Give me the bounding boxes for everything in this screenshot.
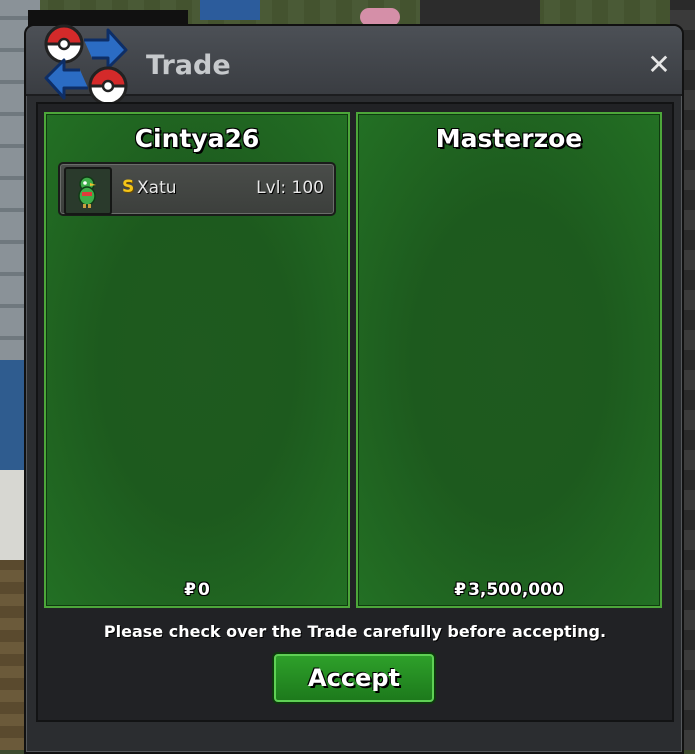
accept-button[interactable]: Accept [274, 654, 434, 702]
shiny-badge: S [122, 177, 135, 197]
trade-item-xatu[interactable]: S Xatu Lvl: 100 [58, 162, 336, 216]
item-level: Lvl: 100 [256, 178, 324, 198]
left-trade-panel: Cintya26 S Xatu Lvl: 100 ₽ 0 [44, 112, 350, 608]
left-money-amount: 0 [198, 580, 210, 600]
trade-notice: Please check over the Trade carefully be… [103, 622, 607, 641]
right-money: ₽3,500,000 [358, 580, 660, 600]
right-player-name: Masterzoe [435, 124, 583, 153]
item-name: Xatu [137, 178, 177, 198]
trade-content: Cintya26 S Xatu Lvl: 100 ₽ 0 Masterzoe ₽… [36, 102, 674, 722]
close-icon[interactable]: ✕ [646, 51, 672, 79]
left-player-name: Cintya26 [134, 124, 260, 153]
right-money-amount: 3,500,000 [468, 580, 564, 600]
xatu-sprite-icon [64, 167, 112, 215]
dialog-title: Trade [146, 50, 231, 81]
trade-arrows-icon [44, 24, 128, 106]
pokedollar-icon: ₽ [184, 580, 196, 600]
pokedollar-icon: ₽ [454, 580, 467, 600]
trade-dialog: Trade ✕ Cintya26 S Xatu Lvl: 100 ₽ 0 Mas… [24, 24, 684, 754]
left-money: ₽0 [46, 580, 348, 600]
right-trade-panel: Masterzoe ₽3,500,000 [356, 112, 662, 608]
